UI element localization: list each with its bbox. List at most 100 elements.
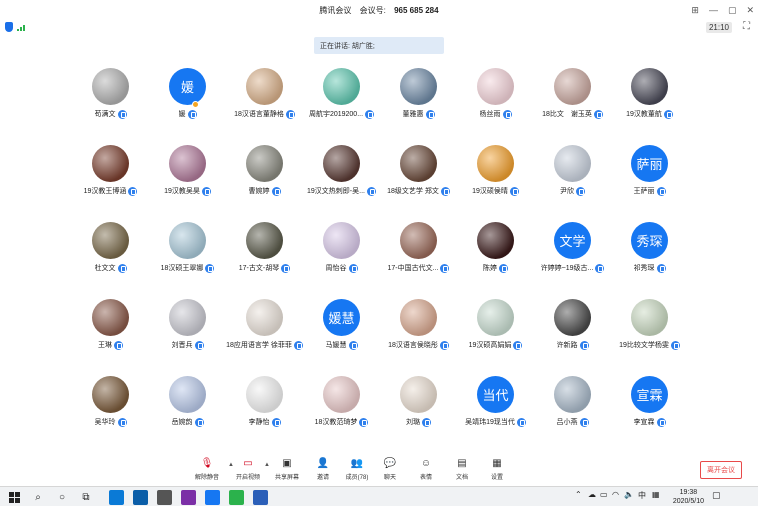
microphone-icon (201, 186, 211, 196)
participant-tile[interactable]: 吴华玲 (72, 370, 149, 447)
wifi-icon[interactable]: ◠ (612, 490, 619, 499)
microphone-icon (359, 417, 369, 427)
participant-tile[interactable]: 19比较文学杨雯 (611, 293, 688, 370)
security-shield-icon[interactable] (5, 22, 13, 32)
pin-icon[interactable]: ⊞ (691, 5, 699, 16)
participant-tile[interactable]: 周怡谷 (303, 216, 380, 293)
participant-tile[interactable]: 李静怡 (226, 370, 303, 447)
microphone-icon (293, 340, 303, 350)
battery-icon[interactable]: ▭ (600, 490, 608, 499)
word-icon[interactable] (252, 489, 268, 505)
microphone-icon (117, 417, 127, 427)
settings-icon[interactable] (156, 489, 172, 505)
participant-tile[interactable]: 陈婷 (457, 216, 534, 293)
start-button[interactable] (6, 490, 22, 504)
participant-tile[interactable]: 媛慧 马媛慧 (303, 293, 380, 370)
participant-tile[interactable]: 杨丝雨 (457, 62, 534, 139)
tencent-meeting-app-tile (204, 489, 220, 505)
participant-tile[interactable]: 17-古文-胡琴 (226, 216, 303, 293)
participant-tile[interactable]: 曹婉婷 (226, 139, 303, 216)
start-video-button[interactable]: ▭ 开启视频 (228, 458, 268, 481)
close-icon[interactable]: ✕ (746, 5, 754, 16)
search-icon[interactable]: ⌕ (30, 490, 46, 504)
participant-tile[interactable]: 董雅惠 (380, 62, 457, 139)
participant-tile[interactable]: 王琳 (72, 293, 149, 370)
docs-button[interactable]: ▤ 文档 (442, 458, 482, 481)
participant-name-row: 19汉教王博涵 (84, 186, 138, 196)
participant-tile[interactable]: 刘璐 (380, 370, 457, 447)
notification-icon[interactable]: ▢ (712, 490, 721, 501)
network-signal-icon[interactable] (17, 24, 25, 31)
taskbar-clock[interactable]: 19:38 2020/5/10 (673, 488, 704, 506)
speaking-indicator: 正在讲话: 胡广胜; (314, 37, 444, 54)
participant-avatar (92, 222, 129, 259)
participant-tile[interactable]: 岳婉韵 (149, 370, 226, 447)
tray-overflow-icon[interactable]: ⌃ (575, 490, 582, 499)
participant-tile[interactable]: 18级文艺学 郑文 (380, 139, 457, 216)
participant-name: 杨丝雨 (479, 111, 501, 118)
participant-tile[interactable]: 19汉教董航 (611, 62, 688, 139)
file-explorer-icon[interactable] (108, 489, 124, 505)
participant-name: 19汉教董航 (626, 111, 662, 118)
participant-tile[interactable]: 19汉硕侯晴 (457, 139, 534, 216)
volume-icon[interactable]: 🔈 (624, 490, 634, 499)
participant-tile[interactable]: 刘晋兵 (149, 293, 226, 370)
chat-button[interactable]: 💬 聊天 (370, 458, 410, 481)
onenote-icon[interactable] (180, 489, 196, 505)
participant-avatar-text: 当代 (477, 376, 514, 413)
participant-tile[interactable]: 杜文文 (72, 216, 149, 293)
keyboard-icon[interactable]: ▦ (652, 490, 660, 499)
microphone-icon (285, 109, 295, 119)
participant-tile[interactable]: 文学 许婷婷~19级古... (534, 216, 611, 293)
participant-tile[interactable]: 18汉语言侯晓彤 (380, 293, 457, 370)
participant-tile[interactable]: 17-中国古代文... (380, 216, 457, 293)
participant-tile[interactable]: 18汉教范琦梦 (303, 370, 380, 447)
edge-icon[interactable] (132, 489, 148, 505)
cortana-icon[interactable]: ○ (54, 490, 70, 504)
participant-tile[interactable]: 19汉教吴昊 (149, 139, 226, 216)
cloud-icon[interactable]: ☁ (588, 490, 596, 499)
participant-tile[interactable]: 19汉教王博涵 (72, 139, 149, 216)
settings-button[interactable]: ▦ 设置 (477, 458, 517, 481)
task-view-icon[interactable]: ⧉ (78, 490, 94, 504)
participant-tile[interactable]: 尹欣 (534, 139, 611, 216)
participant-avatar (246, 299, 283, 336)
participant-tile[interactable]: 18比文 谢玉英 (534, 62, 611, 139)
participant-tile[interactable]: 宣霖 李宣霖 (611, 370, 688, 447)
participant-tile[interactable]: 许新路 (534, 293, 611, 370)
participant-name: 18汉教范琦梦 (314, 419, 358, 426)
participant-name-row: 吴靖玮19现当代 (465, 417, 526, 427)
windows-logo-icon (8, 491, 20, 503)
microphone-icon (194, 417, 204, 427)
participant-grid: 苟满文 媛媛 18汉语言董静格 周航宇2019200... 董雅惠 杨丝雨 18比文 谢玉英… (72, 62, 688, 447)
leave-meeting-button[interactable]: 离开会议 (700, 461, 742, 479)
emoji-button[interactable]: ☺ 表情 (406, 458, 446, 481)
participant-tile[interactable]: 19汉文热刺即-吴... (303, 139, 380, 216)
participant-tile[interactable]: 吕小燕 (534, 370, 611, 447)
participant-tile[interactable]: 周航宇2019200... (303, 62, 380, 139)
participant-tile[interactable]: 当代吴靖玮19现当代 (457, 370, 534, 447)
file-explorer-app-tile (108, 489, 124, 505)
unmute-button[interactable]: 🎙 解除静音 (187, 458, 227, 481)
participant-tile[interactable]: 萨丽 王萨丽 (611, 139, 688, 216)
participant-tile[interactable]: 媛媛 (149, 62, 226, 139)
participant-tile[interactable]: 18汉硕王翠娜 (149, 216, 226, 293)
share-screen-button[interactable]: ▣ 共享屏幕 (267, 458, 307, 481)
wechat-app-tile (228, 489, 244, 505)
participant-tile[interactable]: 秀琛 祁秀琛 (611, 216, 688, 293)
participant-tile[interactable]: 18汉语言董静格 (226, 62, 303, 139)
fullscreen-icon[interactable]: ⛶ (743, 21, 750, 32)
participant-tile[interactable]: 19汉硕高娟娟 (457, 293, 534, 370)
tencent-meeting-icon[interactable] (204, 489, 220, 505)
start-video-label: 开启视频 (235, 475, 260, 481)
participant-name: 刘璐 (406, 419, 420, 426)
meeting-id: 965 685 284 (394, 5, 439, 15)
participant-tile[interactable]: 18应用语言学 徐菲菲 (226, 293, 303, 370)
wechat-icon[interactable] (228, 489, 244, 505)
participant-name-row: 18比文 谢玉英 (542, 109, 603, 119)
restore-icon[interactable]: ▢ (728, 5, 737, 16)
microphone-icon (439, 340, 449, 350)
input-method-indicator[interactable]: 中 (638, 490, 646, 501)
minimize-icon[interactable]: — (709, 5, 718, 15)
participant-tile[interactable]: 苟满文 (72, 62, 149, 139)
